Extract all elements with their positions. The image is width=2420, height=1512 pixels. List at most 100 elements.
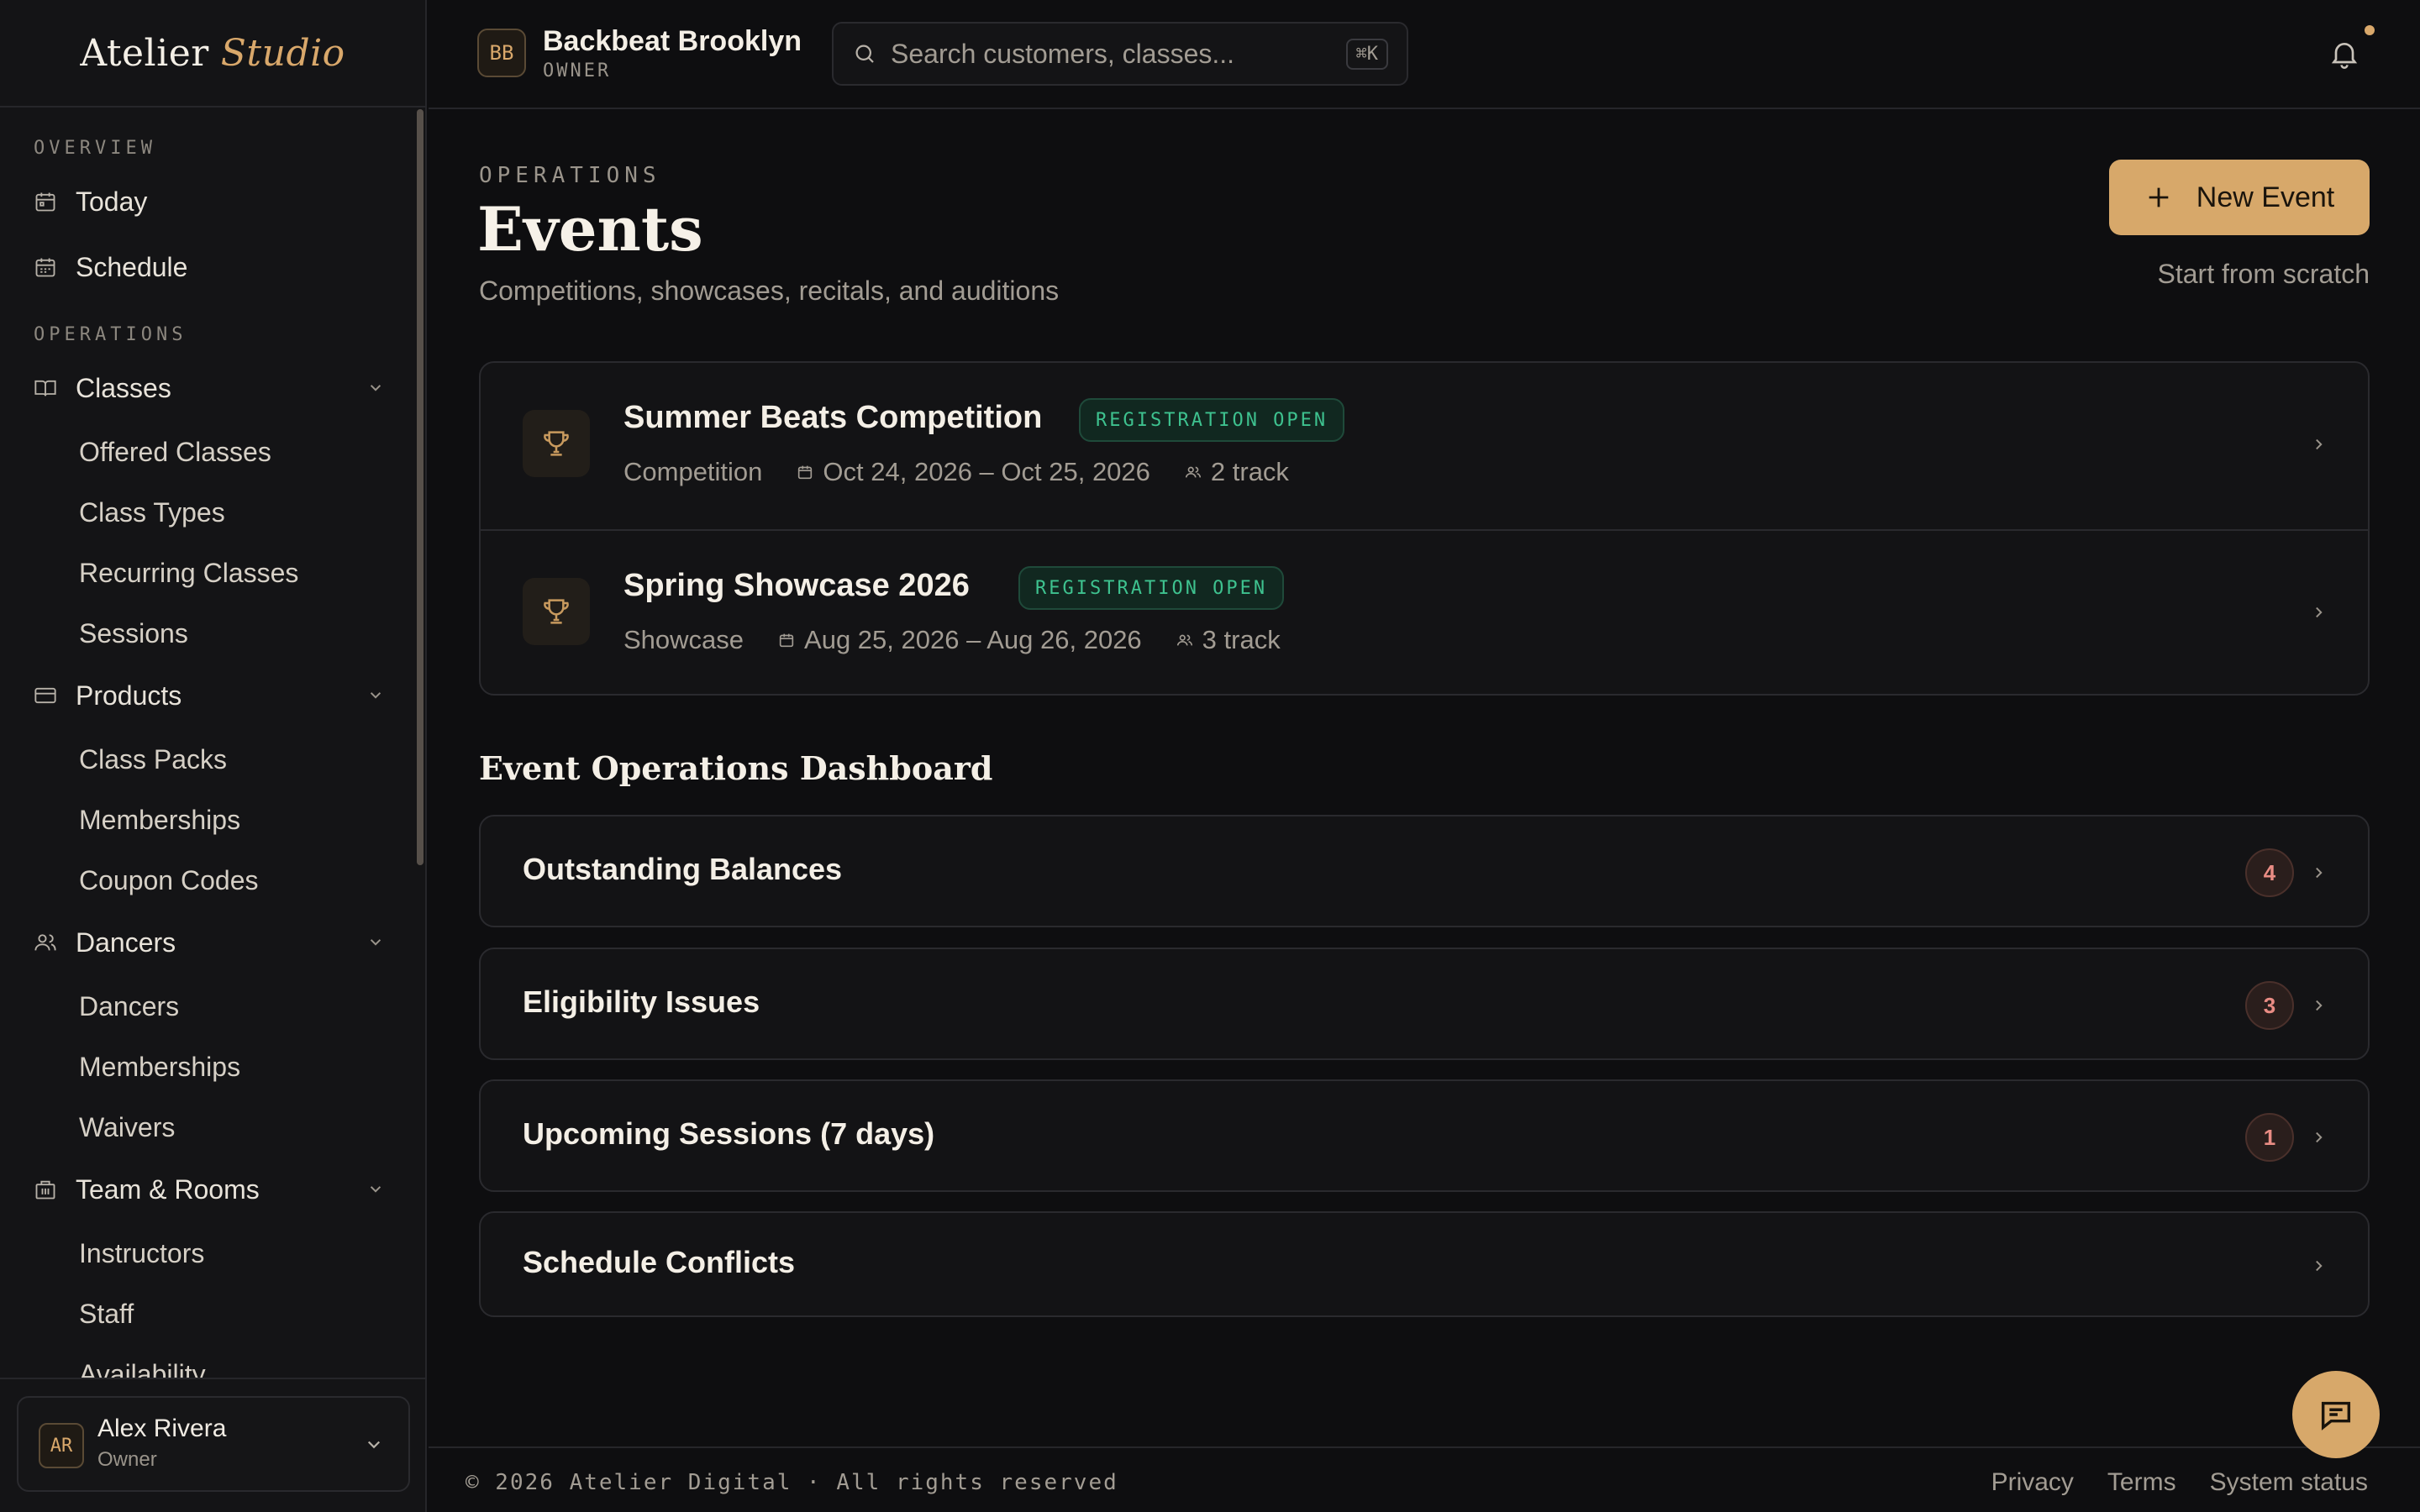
- calendar-icon: [798, 465, 813, 480]
- users-icon: [1176, 634, 1192, 646]
- sidebar-group-dancers[interactable]: Dancers: [34, 917, 387, 968]
- search-shortcut: ⌘K: [1345, 38, 1388, 70]
- chevron-right-icon[interactable]: [2307, 433, 2329, 455]
- dashboard-card-schedule-conflicts[interactable]: Schedule Conflicts: [479, 1211, 2370, 1317]
- top-bar: BB Backbeat Brooklyn OWNER ⌘K: [429, 0, 2420, 109]
- page-eyebrow: OPERATIONS: [479, 163, 661, 188]
- building-icon: [35, 1180, 55, 1200]
- sidebar-item-offered-classes[interactable]: Offered Classes: [79, 428, 271, 475]
- event-meta: Competition Oct 24, 2026 – Oct 25, 2026 …: [623, 457, 1289, 487]
- dashboard-card-label: Outstanding Balances: [523, 852, 843, 886]
- chevron-right-icon: [2316, 867, 2323, 879]
- chevron-down-icon[interactable]: [361, 1431, 387, 1457]
- calendar-today-icon: [35, 192, 55, 212]
- event-icon-wrapper: [523, 578, 590, 645]
- sidebar-scrollbar[interactable]: [417, 109, 424, 865]
- sidebar-item-label: Team & Rooms: [76, 1173, 260, 1205]
- event-row[interactable]: Spring Showcase 2026 REGISTRATION OPEN S…: [481, 529, 2368, 694]
- sidebar-item-availability[interactable]: Availability: [79, 1351, 206, 1378]
- event-row[interactable]: Summer Beats Competition REGISTRATION OP…: [481, 363, 2368, 529]
- dashboard-card-outstanding-balances[interactable]: Outstanding Balances 4: [479, 815, 2370, 927]
- user-name: Alex Rivera: [97, 1415, 227, 1442]
- sidebar-item-recurring-classes[interactable]: Recurring Classes: [79, 549, 298, 596]
- org-name[interactable]: Backbeat Brooklyn: [543, 25, 802, 58]
- chevron-down-icon[interactable]: [365, 376, 387, 398]
- dashboard-card-eligibility-issues[interactable]: Eligibility Issues 3: [479, 948, 2370, 1060]
- search-icon: [855, 45, 874, 63]
- main-content: OPERATIONS Events Competitions, showcase…: [429, 111, 2420, 1446]
- event-meta: Showcase Aug 25, 2026 – Aug 26, 2026 3 t…: [623, 625, 1281, 655]
- sidebar-item-instructors[interactable]: Instructors: [79, 1230, 204, 1277]
- user-menu[interactable]: AR Alex Rivera Owner: [17, 1396, 410, 1492]
- sidebar-item-schedule[interactable]: Schedule: [34, 242, 387, 292]
- sidebar-item-class-packs[interactable]: Class Packs: [79, 736, 227, 783]
- notification-dot: [2365, 25, 2375, 35]
- chevron-right-icon: [2316, 1000, 2323, 1011]
- chevron-right-icon: [2316, 1131, 2323, 1143]
- sidebar-group-team-rooms[interactable]: Team & Rooms: [34, 1164, 387, 1215]
- sidebar-item-label: Dancers: [76, 927, 176, 958]
- sidebar-item-label: Schedule: [76, 251, 188, 282]
- dashboard-card-label: Upcoming Sessions (7 days): [523, 1116, 935, 1151]
- org-avatar[interactable]: BB: [477, 29, 526, 77]
- search-input[interactable]: [891, 38, 1346, 70]
- footer-link-system-status[interactable]: System status: [2210, 1468, 2368, 1497]
- org-role: OWNER: [543, 60, 612, 81]
- brand-logo[interactable]: Atelier Studio: [0, 0, 425, 108]
- sidebar-item-staff[interactable]: Staff: [79, 1290, 134, 1337]
- dashboard-title: Event Operations Dashboard: [479, 749, 993, 787]
- dashboard-card-upcoming-sessions[interactable]: Upcoming Sessions (7 days) 1: [479, 1079, 2370, 1192]
- search-bar[interactable]: ⌘K: [832, 22, 1408, 86]
- brand-accent: Studio: [220, 31, 345, 75]
- footer-links: Privacy Terms System status: [1958, 1468, 2368, 1497]
- users-icon: [1185, 466, 1201, 478]
- divider: [0, 1378, 427, 1379]
- section-label-operations: OPERATIONS: [34, 324, 187, 345]
- chat-button[interactable]: [2292, 1371, 2380, 1458]
- new-event-hint: Start from scratch: [2157, 259, 2370, 289]
- sidebar-nav: OVERVIEW Today Schedule OPERATIONS Class…: [0, 109, 415, 1378]
- count-badge: 4: [2245, 848, 2294, 897]
- sidebar-item-class-types[interactable]: Class Types: [79, 489, 225, 536]
- status-badge: REGISTRATION OPEN: [1079, 398, 1345, 442]
- section-label-overview: OVERVIEW: [34, 138, 156, 159]
- trophy-icon: [544, 431, 569, 456]
- sidebar-item-label: Products: [76, 680, 182, 711]
- chevron-down-icon[interactable]: [365, 684, 387, 706]
- event-dates: Aug 25, 2026 – Aug 26, 2026: [804, 625, 1142, 654]
- sidebar-item-memberships[interactable]: Memberships: [79, 796, 240, 843]
- chevron-down-icon[interactable]: [365, 931, 387, 953]
- sidebar-item-dancer-memberships[interactable]: Memberships: [79, 1043, 240, 1090]
- sidebar-group-products[interactable]: Products: [34, 670, 387, 721]
- page-footer: © 2026 Atelier Digital · All rights rese…: [429, 1446, 2420, 1512]
- sidebar-item-today[interactable]: Today: [34, 176, 387, 227]
- sidebar-item-waivers[interactable]: Waivers: [79, 1104, 175, 1151]
- event-type: Competition: [623, 457, 763, 486]
- sidebar-item-coupon-codes[interactable]: Coupon Codes: [79, 857, 258, 904]
- event-tracks: 2 track: [1210, 457, 1289, 486]
- footer-link-privacy[interactable]: Privacy: [1991, 1468, 2074, 1497]
- event-list: Summer Beats Competition REGISTRATION OP…: [479, 361, 2370, 696]
- event-type: Showcase: [623, 625, 744, 654]
- plus-icon: [2149, 187, 2169, 207]
- sidebar-group-classes[interactable]: Classes: [34, 363, 387, 413]
- footer-link-terms[interactable]: Terms: [2107, 1468, 2176, 1497]
- sidebar-item-label: Today: [76, 186, 148, 217]
- calendar-grid-icon: [35, 258, 55, 277]
- sidebar-item-sessions[interactable]: Sessions: [79, 610, 188, 657]
- page-title: Events: [477, 193, 703, 265]
- brand-name: Atelier: [80, 31, 209, 75]
- chevron-right-icon[interactable]: [2307, 601, 2329, 623]
- chevron-down-icon[interactable]: [365, 1178, 387, 1200]
- sidebar: Atelier Studio OVERVIEW Today Schedule OP…: [0, 0, 427, 1512]
- new-event-button[interactable]: New Event: [2109, 160, 2370, 235]
- sidebar-item-dancers[interactable]: Dancers: [79, 983, 179, 1030]
- copyright: © 2026 Atelier Digital · All rights rese…: [466, 1470, 1118, 1495]
- dashboard-card-label: Schedule Conflicts: [523, 1245, 796, 1279]
- user-role: Owner: [97, 1448, 157, 1471]
- users-icon: [34, 934, 56, 951]
- page-subtitle: Competitions, showcases, recitals, and a…: [479, 276, 1060, 306]
- new-event-label: New Event: [2196, 181, 2335, 213]
- count-badge: 1: [2245, 1113, 2294, 1162]
- bell-icon[interactable]: [2328, 37, 2361, 71]
